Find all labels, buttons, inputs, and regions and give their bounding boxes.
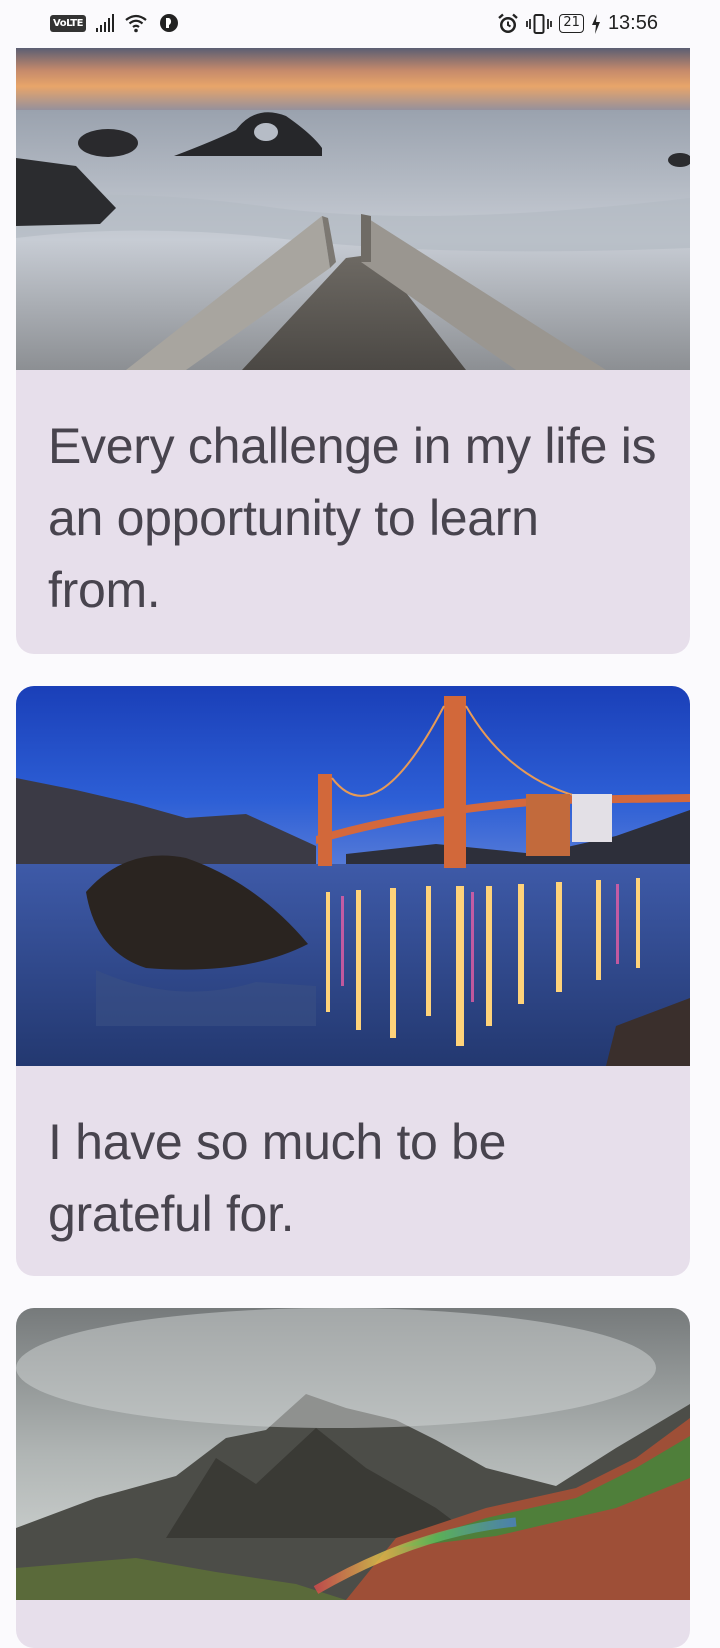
alarm-icon <box>498 13 519 33</box>
battery-icon: 21 <box>559 14 584 33</box>
affirmation-quote: Every challenge in my life is an opportu… <box>48 418 657 618</box>
app-notification-icon <box>160 14 179 32</box>
status-bar-left: VoLTE <box>50 12 180 34</box>
affirmation-card[interactable]: Every challenge in my life is an opportu… <box>16 48 690 654</box>
charging-icon <box>591 13 600 34</box>
vibrate-icon <box>526 13 553 34</box>
clock: 13:56 <box>607 12 658 34</box>
affirmation-quote: I have so much to be grateful for. <box>48 1114 507 1242</box>
signal-bars-icon <box>95 14 115 32</box>
card-image-golden-gate <box>16 686 690 1066</box>
status-bar-right: 21 13:56 <box>497 12 658 35</box>
affirmation-card[interactable] <box>16 1308 690 1648</box>
card-image-ocean-pier <box>16 48 690 370</box>
status-bar: VoLTE 21 13:56 <box>0 0 720 48</box>
card-image-mountains-rainbow <box>16 1308 690 1600</box>
wifi-icon <box>125 14 148 33</box>
affirmation-card[interactable]: I have so much to be grateful for. <box>16 686 690 1276</box>
volte-badge: VoLTE <box>50 14 86 32</box>
